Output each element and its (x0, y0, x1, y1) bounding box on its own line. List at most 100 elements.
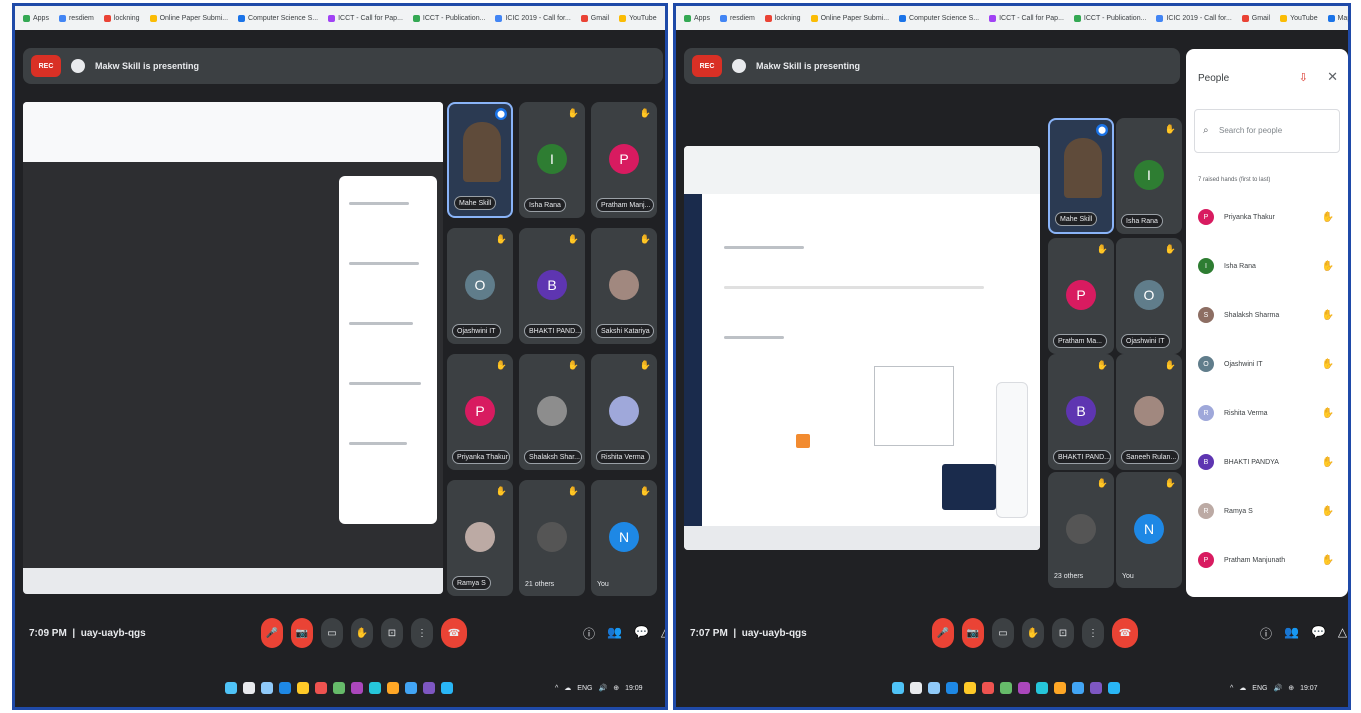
taskbar-app-icon[interactable] (441, 682, 453, 694)
taskbar-app-icon[interactable] (910, 682, 922, 694)
bookmark-item[interactable]: Gmail (580, 14, 609, 22)
taskbar-app-icon[interactable] (225, 682, 237, 694)
taskbar-app-icon[interactable] (1090, 682, 1102, 694)
participant-tile[interactable]: ⬤ Mahe Skill (447, 102, 513, 218)
raised-hand-icon[interactable]: ✋ (1322, 310, 1334, 321)
participant-tile[interactable]: B ✋ BHAKTI PAND... (1048, 354, 1114, 470)
participant-tile[interactable]: I ✋ Isha Rana (1116, 118, 1182, 234)
camera-off-button[interactable]: 📷 (962, 618, 984, 648)
people-list-item[interactable]: I Isha Rana ✋ (1194, 248, 1340, 284)
bookmark-item[interactable]: resdiem (719, 14, 755, 22)
taskbar-app-icon[interactable] (423, 682, 435, 694)
participant-tile[interactable]: ✋ Ramya S (447, 480, 513, 596)
taskbar-app-icon[interactable] (1108, 682, 1120, 694)
taskbar-app-icon[interactable] (333, 682, 345, 694)
taskbar-app-icon[interactable] (946, 682, 958, 694)
taskbar-app-icon[interactable] (1072, 682, 1084, 694)
chat-icon[interactable]: 💬 (634, 625, 649, 642)
people-list-item[interactable]: R Rishita Verma ✋ (1194, 395, 1340, 431)
people-list-item[interactable]: S Shalaksh Sharma ✋ (1194, 297, 1340, 333)
end-call-button[interactable]: ☎ (1112, 618, 1138, 648)
taskbar-app-icon[interactable] (279, 682, 291, 694)
taskbar-app-icon[interactable] (297, 682, 309, 694)
participant-tile[interactable]: P ✋ Pratham Manj... (591, 102, 657, 218)
taskbar-app-icon[interactable] (387, 682, 399, 694)
present-button[interactable]: ⊡ (1052, 618, 1074, 648)
raised-hand-icon[interactable]: ✋ (1322, 555, 1334, 566)
captions-button[interactable]: ▭ (321, 618, 343, 648)
taskbar-app-icon[interactable] (928, 682, 940, 694)
participant-tile[interactable]: ✋ Shalaksh Shar... (519, 354, 585, 470)
raised-hand-icon[interactable]: ✋ (1322, 408, 1334, 419)
raised-hand-icon[interactable]: ✋ (1322, 212, 1334, 223)
people-list-item[interactable]: R Ramya S ✋ (1194, 493, 1340, 529)
mic-off-button[interactable]: 🎤 (932, 618, 954, 648)
bookmark-item[interactable]: Online Paper Submi... (810, 14, 889, 22)
participant-tile[interactable]: N ✋ You (1116, 472, 1182, 588)
participant-tile[interactable]: I ✋ Isha Rana (519, 102, 585, 218)
end-call-button[interactable]: ☎ (441, 618, 467, 648)
bookmark-item[interactable]: ICIC 2019 - Call for... (1156, 14, 1232, 22)
more-options-button[interactable]: ⋮ (1082, 618, 1104, 648)
download-icon[interactable]: ⇩ (1299, 71, 1308, 84)
taskbar-app-icon[interactable] (1000, 682, 1012, 694)
participant-tile[interactable]: B ✋ BHAKTI PAND... (519, 228, 585, 344)
bookmark-item[interactable]: YouTube (619, 14, 657, 22)
taskbar-app-icon[interactable] (243, 682, 255, 694)
info-icon[interactable]: ⓘ (1260, 625, 1272, 642)
taskbar-app-icon[interactable] (892, 682, 904, 694)
taskbar-app-icon[interactable] (1036, 682, 1048, 694)
activities-icon[interactable]: △ (1338, 625, 1347, 642)
people-list-item[interactable]: P Priyanka Thakur ✋ (1194, 199, 1340, 235)
raise-hand-button[interactable]: ✋ (351, 618, 373, 648)
participant-tile[interactable]: ✋ 21 others (519, 480, 585, 596)
taskbar-app-icon[interactable] (964, 682, 976, 694)
raised-hand-icon[interactable]: ✋ (1322, 359, 1334, 370)
bookmark-item[interactable]: lockning (764, 14, 801, 22)
present-button[interactable]: ⊡ (381, 618, 403, 648)
participant-tile[interactable]: ✋ Rishita Verma (591, 354, 657, 470)
participant-tile[interactable]: P ✋ Pratham Ma... (1048, 238, 1114, 354)
participant-tile[interactable]: ⬤ Mahe Skill (1048, 118, 1114, 234)
bookmark-item[interactable]: resdiem (58, 14, 94, 22)
taskbar-app-icon[interactable] (369, 682, 381, 694)
bookmark-item[interactable]: lockning (103, 14, 140, 22)
people-icon[interactable]: 👥 (607, 625, 622, 642)
raise-hand-button[interactable]: ✋ (1022, 618, 1044, 648)
captions-button[interactable]: ▭ (992, 618, 1014, 648)
chat-icon[interactable]: 💬 (1311, 625, 1326, 642)
people-icon[interactable]: 👥 (1284, 625, 1299, 642)
bookmark-item[interactable]: Online Paper Submi... (149, 14, 228, 22)
camera-off-button[interactable]: 📷 (291, 618, 313, 648)
people-list-item[interactable]: P Pratham Manjunath ✋ (1194, 542, 1340, 578)
people-search-input[interactable]: ⌕ Search for people (1194, 109, 1340, 153)
pin-icon[interactable]: ⬤ (495, 108, 507, 120)
participant-tile[interactable]: O ✋ Ojashwini IT (447, 228, 513, 344)
raised-hand-icon[interactable]: ✋ (1322, 506, 1334, 517)
taskbar-app-icon[interactable] (1054, 682, 1066, 694)
participant-tile[interactable]: ✋ 23 others (1048, 472, 1114, 588)
bookmark-item[interactable]: Computer Science S... (899, 14, 979, 22)
taskbar-app-icon[interactable] (261, 682, 273, 694)
bookmark-item[interactable]: YouTube (1280, 14, 1318, 22)
participant-tile[interactable]: O ✋ Ojashwini IT (1116, 238, 1182, 354)
bookmark-item[interactable]: ICCT - Call for Pap... (989, 14, 1064, 22)
raised-hand-icon[interactable]: ✋ (1322, 457, 1334, 468)
participant-tile[interactable]: P ✋ Priyanka Thakur (447, 354, 513, 470)
taskbar-app-icon[interactable] (405, 682, 417, 694)
bookmark-item[interactable]: Apps (684, 14, 710, 22)
info-icon[interactable]: ⓘ (583, 625, 595, 642)
close-icon[interactable]: ✕ (1327, 69, 1338, 85)
people-list-item[interactable]: B BHAKTI PANDYA ✋ (1194, 444, 1340, 480)
mic-off-button[interactable]: 🎤 (261, 618, 283, 648)
bookmark-item[interactable]: Gmail (1241, 14, 1270, 22)
people-list-item[interactable]: O Ojashwini IT ✋ (1194, 346, 1340, 382)
pin-icon[interactable]: ⬤ (1096, 124, 1108, 136)
taskbar-app-icon[interactable] (315, 682, 327, 694)
bookmark-item[interactable]: ICCT - Publication... (412, 14, 485, 22)
raised-hand-icon[interactable]: ✋ (1322, 261, 1334, 272)
bookmark-item[interactable]: Maps (1327, 14, 1348, 22)
participant-tile[interactable]: ✋ Sakshi Katariya (591, 228, 657, 344)
bookmark-item[interactable]: Apps (23, 14, 49, 22)
taskbar-app-icon[interactable] (982, 682, 994, 694)
